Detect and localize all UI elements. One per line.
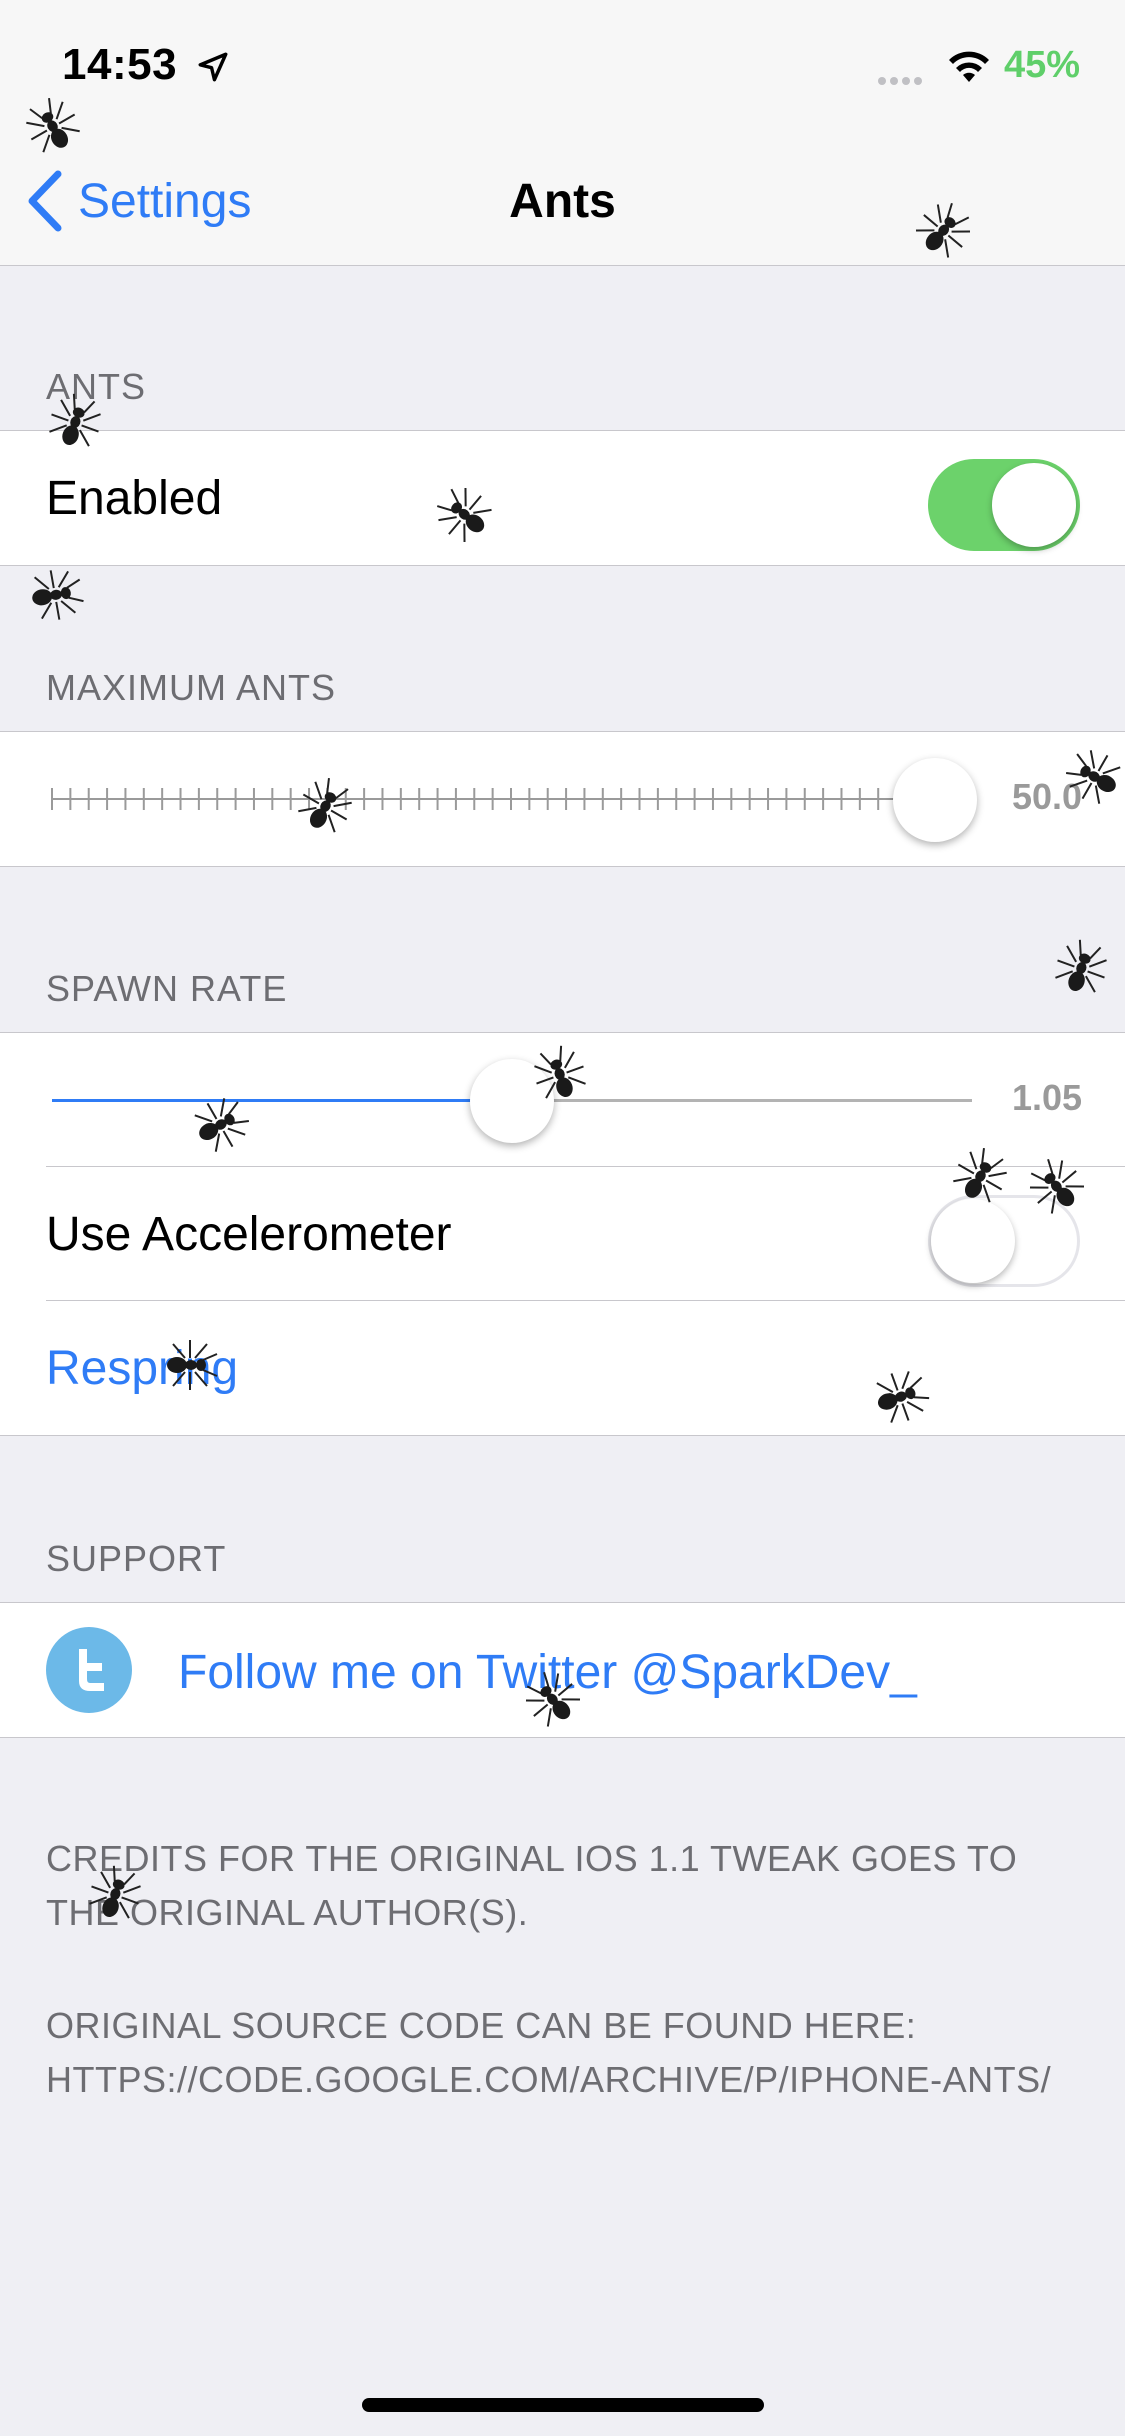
status-time: 14:53 xyxy=(62,40,178,89)
credits-text: CREDITS FOR THE ORIGINAL IOS 1.1 TWEAK G… xyxy=(46,1838,1018,1933)
max-ants-tick-track[interactable] xyxy=(50,784,972,814)
section-header-support: SUPPORT xyxy=(46,1538,227,1579)
home-indicator[interactable] xyxy=(362,2398,764,2412)
location-arrow-icon xyxy=(198,52,228,82)
spawn-rate-slider-fill xyxy=(52,1099,512,1102)
cellular-signal-icon xyxy=(878,72,926,90)
enabled-toggle[interactable] xyxy=(928,459,1080,551)
accelerometer-label: Use Accelerometer xyxy=(46,1208,452,1261)
row-enabled: Enabled xyxy=(0,431,1125,565)
group-ants: Enabled xyxy=(0,430,1125,566)
twitter-bird-icon xyxy=(46,1627,132,1713)
enabled-label: Enabled xyxy=(46,472,223,525)
row-max-ants-slider: 50.0 xyxy=(0,732,1125,866)
status-bar: 14:53 45% xyxy=(0,0,1125,140)
max-ants-slider-thumb[interactable] xyxy=(893,758,978,842)
section-header-spawn-rate: SPAWN RATE xyxy=(46,968,288,1009)
battery-percentage: 45% xyxy=(1004,44,1081,86)
section-header-maximum-ants: MAXIMUM ANTS xyxy=(46,667,337,708)
ant-icon xyxy=(32,570,84,620)
wifi-icon xyxy=(949,51,989,82)
ant-icon xyxy=(167,1340,218,1390)
source-text: ORIGINAL SOURCE CODE CAN BE FOUND HERE: … xyxy=(46,2005,1052,2100)
toggle-knob xyxy=(992,463,1076,547)
group-maximum-ants: 50.0 xyxy=(0,731,1125,867)
ant-icon xyxy=(1055,939,1107,993)
spawn-rate-value: 1.05 xyxy=(1012,1077,1082,1118)
